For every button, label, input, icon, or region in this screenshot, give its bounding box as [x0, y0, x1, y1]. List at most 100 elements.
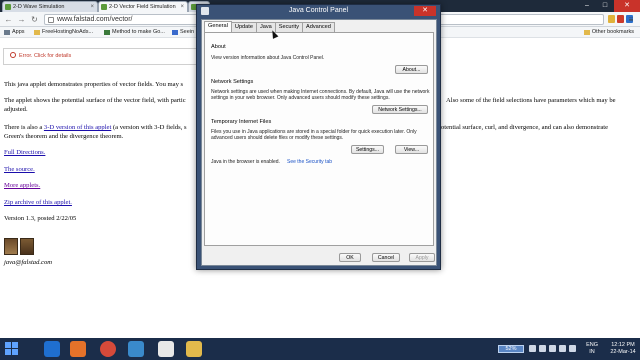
other-bookmarks-label: Other bookmarks	[591, 29, 634, 35]
clock-time: 12:12 PM	[611, 342, 635, 348]
close-tab-icon[interactable]: ×	[180, 2, 184, 12]
extension-icon[interactable]	[617, 15, 624, 23]
about-button[interactable]: About...	[395, 65, 428, 74]
forward-icon[interactable]: →	[16, 14, 27, 25]
paragraph-3-right: otential surface, curl, and divergence, …	[441, 124, 609, 131]
network-heading: Network Settings	[211, 79, 254, 85]
temp-text-line-2: advanced users should delete files or mo…	[211, 135, 344, 141]
paragraph-2-line-1: The applet shows the potential surface o…	[4, 97, 186, 104]
window-controls: – □ ✕	[578, 0, 640, 12]
applet-favicon-icon	[101, 4, 107, 10]
page-icon	[48, 17, 54, 23]
bookmark-label: FreeHostingNoAds...	[42, 29, 94, 35]
desktop-screen: 2-D Wave Simulation × 2-D Vector Field S…	[0, 0, 640, 360]
bookmark-seein[interactable]: Seein	[172, 27, 194, 38]
back-icon[interactable]: ←	[3, 14, 14, 25]
menu-icon[interactable]: ≡	[626, 14, 636, 25]
temp-settings-button[interactable]: Settings...	[351, 145, 384, 154]
reload-icon[interactable]: ↻	[29, 14, 40, 25]
author-photos	[4, 238, 34, 255]
firefox-icon[interactable]	[70, 341, 86, 357]
tab-wave-simulation[interactable]: 2-D Wave Simulation ×	[2, 1, 98, 12]
bookmark-label: Apps	[12, 29, 25, 35]
full-directions-link[interactable]: Full Directions.	[4, 149, 45, 156]
file-explorer-icon[interactable]	[186, 341, 202, 357]
security-tab-link[interactable]: See the Security tab	[287, 159, 332, 165]
bookmark-apps[interactable]: Apps	[4, 27, 25, 38]
java-control-panel-dialog: Java Control Panel ✕ General Update Java…	[196, 4, 441, 270]
paragraph-3-line-1: There is also a 3-D version of this appl…	[4, 123, 187, 132]
folder-icon	[34, 30, 40, 35]
bookmark-method[interactable]: Method to make Go...	[104, 27, 165, 38]
browser-status-text: Java in the browser is enabled.	[211, 159, 280, 165]
temp-view-button[interactable]: View...	[395, 145, 428, 154]
author-email: java@falstad.com	[4, 259, 53, 266]
temp-files-heading: Temporary Internet Files	[211, 119, 272, 125]
internet-explorer-icon[interactable]	[44, 341, 60, 357]
intro-paragraph: This java applet demonstrates properties…	[4, 81, 184, 88]
battery-indicator[interactable]: 52%	[498, 345, 524, 353]
close-window-icon[interactable]: ✕	[614, 0, 640, 12]
clock-date: 22-Mar-14	[610, 348, 636, 355]
version-text: Version 1.3, posted 2/22/05	[4, 215, 77, 222]
cancel-button[interactable]: Cancel	[372, 253, 400, 262]
paragraph-3-text: There is also a	[4, 124, 44, 131]
general-tab-panel: About View version information about Jav…	[204, 32, 434, 246]
about-text: View version information about Java Cont…	[211, 55, 325, 61]
applet-area[interactable]: Error. Click for details	[3, 48, 198, 65]
url-text: www.falstad.com/vector/	[57, 16, 133, 23]
ok-button[interactable]: OK	[339, 253, 361, 262]
source-link[interactable]: The source.	[4, 166, 35, 173]
network-text-line-2: settings in your web browser. Only advan…	[211, 95, 390, 101]
extension-icon[interactable]	[608, 15, 615, 23]
error-icon	[10, 52, 16, 58]
paragraph-3-line-2: Green's theorem and the divergence theor…	[4, 133, 124, 140]
language-code: ENG	[586, 342, 598, 348]
bookmark-label: Method to make Go...	[112, 29, 165, 35]
language-indicator[interactable]: ENG IN	[586, 342, 598, 355]
applet-error-text: Error. Click for details	[19, 53, 72, 59]
more-applets-link[interactable]: More applets.	[4, 182, 40, 189]
java-taskbar-icon[interactable]	[158, 341, 174, 357]
volume-icon[interactable]	[549, 345, 556, 352]
minimize-icon[interactable]: –	[578, 0, 596, 12]
author-photo	[4, 238, 18, 255]
maximize-icon[interactable]: □	[596, 0, 614, 12]
chrome-icon[interactable]	[100, 341, 116, 357]
media-player-icon[interactable]	[128, 341, 144, 357]
tab-security[interactable]: Security	[274, 22, 303, 32]
taskbar: 52% ENG IN 12:12 PM 22-Mar-14	[0, 338, 640, 360]
bookmark-label: Seein	[180, 29, 195, 35]
start-button[interactable]	[4, 341, 20, 357]
close-icon[interactable]: ✕	[414, 6, 436, 16]
3d-version-link[interactable]: 3-D version of this applet	[44, 124, 111, 131]
tab-advanced[interactable]: Advanced	[302, 22, 335, 32]
region-code: IN	[589, 348, 595, 355]
dialog-title: Java Control Panel	[288, 7, 349, 14]
close-tab-icon[interactable]: ×	[90, 2, 94, 12]
apps-grid-icon	[4, 30, 10, 35]
other-bookmarks[interactable]: Other bookmarks	[583, 27, 634, 38]
tab-label: 2-D Wave Simulation	[13, 4, 65, 10]
paragraph-2-right: Also some of the field selections have p…	[446, 97, 616, 104]
dialog-body: General Update Java Security Advanced Ab…	[201, 19, 437, 266]
network-settings-button[interactable]: Network Settings...	[372, 105, 428, 114]
tab-general[interactable]: General	[204, 21, 232, 32]
network-icon[interactable]	[539, 345, 546, 352]
bookmark-freehosting[interactable]: FreeHostingNoAds...	[34, 27, 93, 38]
about-heading: About	[211, 44, 226, 50]
zip-archive-link[interactable]: Zip archive of this applet.	[4, 199, 72, 206]
security-tray-icon[interactable]	[559, 345, 566, 352]
author-photo	[20, 238, 34, 255]
folder-icon	[583, 30, 590, 35]
power-icon[interactable]	[569, 345, 576, 352]
paragraph-3-text: (a version with 3-D fields, s	[111, 124, 187, 131]
system-clock[interactable]: 12:12 PM 22-Mar-14	[606, 342, 640, 355]
tab-update[interactable]: Update	[230, 22, 257, 32]
apply-button[interactable]: Apply	[409, 253, 435, 262]
flag-icon[interactable]	[529, 345, 536, 352]
applet-error[interactable]: Error. Click for details	[10, 52, 71, 59]
windows-logo-icon	[5, 342, 11, 348]
tab-vector-field-simulation[interactable]: 2-D Vector Field Simulation ×	[98, 1, 188, 12]
paragraph-2-line-2: adjusted.	[4, 106, 28, 113]
